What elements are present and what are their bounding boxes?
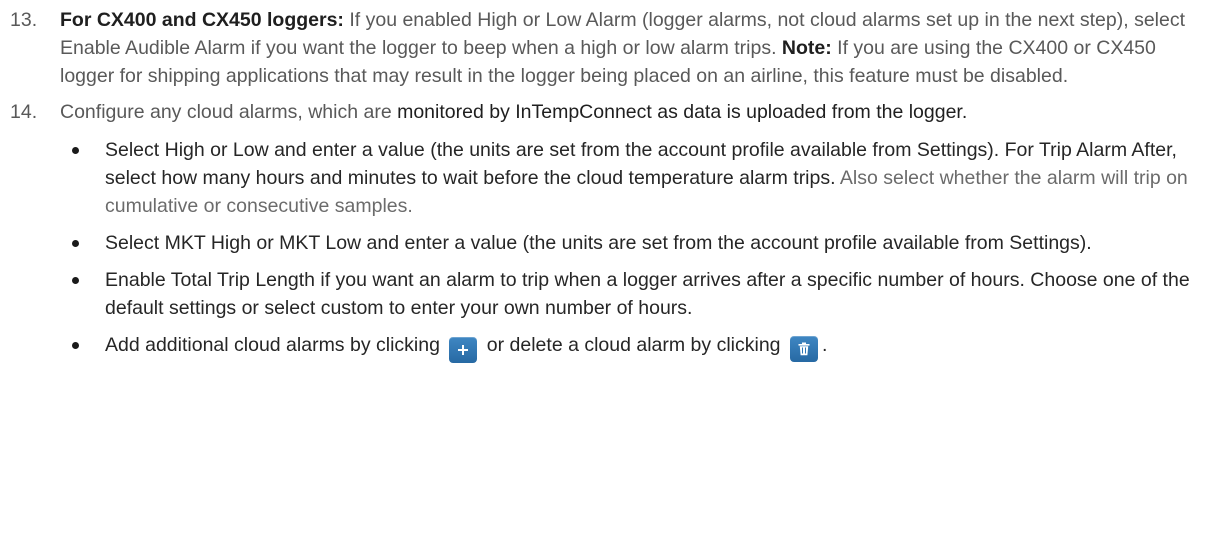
list-item-text: Enable Total Trip Length if you want an … (105, 269, 1190, 319)
plus-icon (449, 337, 478, 363)
list-item-text: Add additional cloud alarms by clicking (105, 334, 446, 356)
list-item-text: or delete a cloud alarm by clicking (481, 334, 786, 356)
step-13: 13. For CX400 and CX450 loggers: If you … (0, 6, 1205, 90)
bullet-icon (72, 277, 79, 284)
list-item: Select MKT High or MKT Low and enter a v… (60, 229, 1205, 257)
trash-icon (789, 336, 818, 362)
step-number: 13. (10, 9, 38, 31)
step-text: Configure any cloud alarms, which are (60, 101, 398, 123)
list-item: Select High or Low and enter a value (th… (60, 136, 1205, 220)
bullet-list: Select High or Low and enter a value (th… (60, 136, 1205, 363)
list-item-text: Select MKT High or MKT Low and enter a v… (105, 232, 1092, 254)
step-lead: For CX400 and CX450 loggers: (60, 9, 344, 31)
step-number: 14. (10, 101, 38, 123)
step-14: 14. Configure any cloud alarms, which ar… (0, 98, 1205, 363)
list-item: Add additional cloud alarms by clicking … (60, 331, 1205, 363)
bullet-icon (72, 147, 79, 154)
list-item: Enable Total Trip Length if you want an … (60, 266, 1205, 322)
document-page: 13. For CX400 and CX450 loggers: If you … (0, 0, 1215, 535)
note-label: Note: (781, 37, 832, 59)
bullet-icon (72, 342, 79, 349)
list-item-text: . (821, 334, 828, 356)
bullet-icon (72, 240, 79, 247)
step-text-emphasis: monitored by InTempConnect as data is up… (397, 101, 968, 123)
